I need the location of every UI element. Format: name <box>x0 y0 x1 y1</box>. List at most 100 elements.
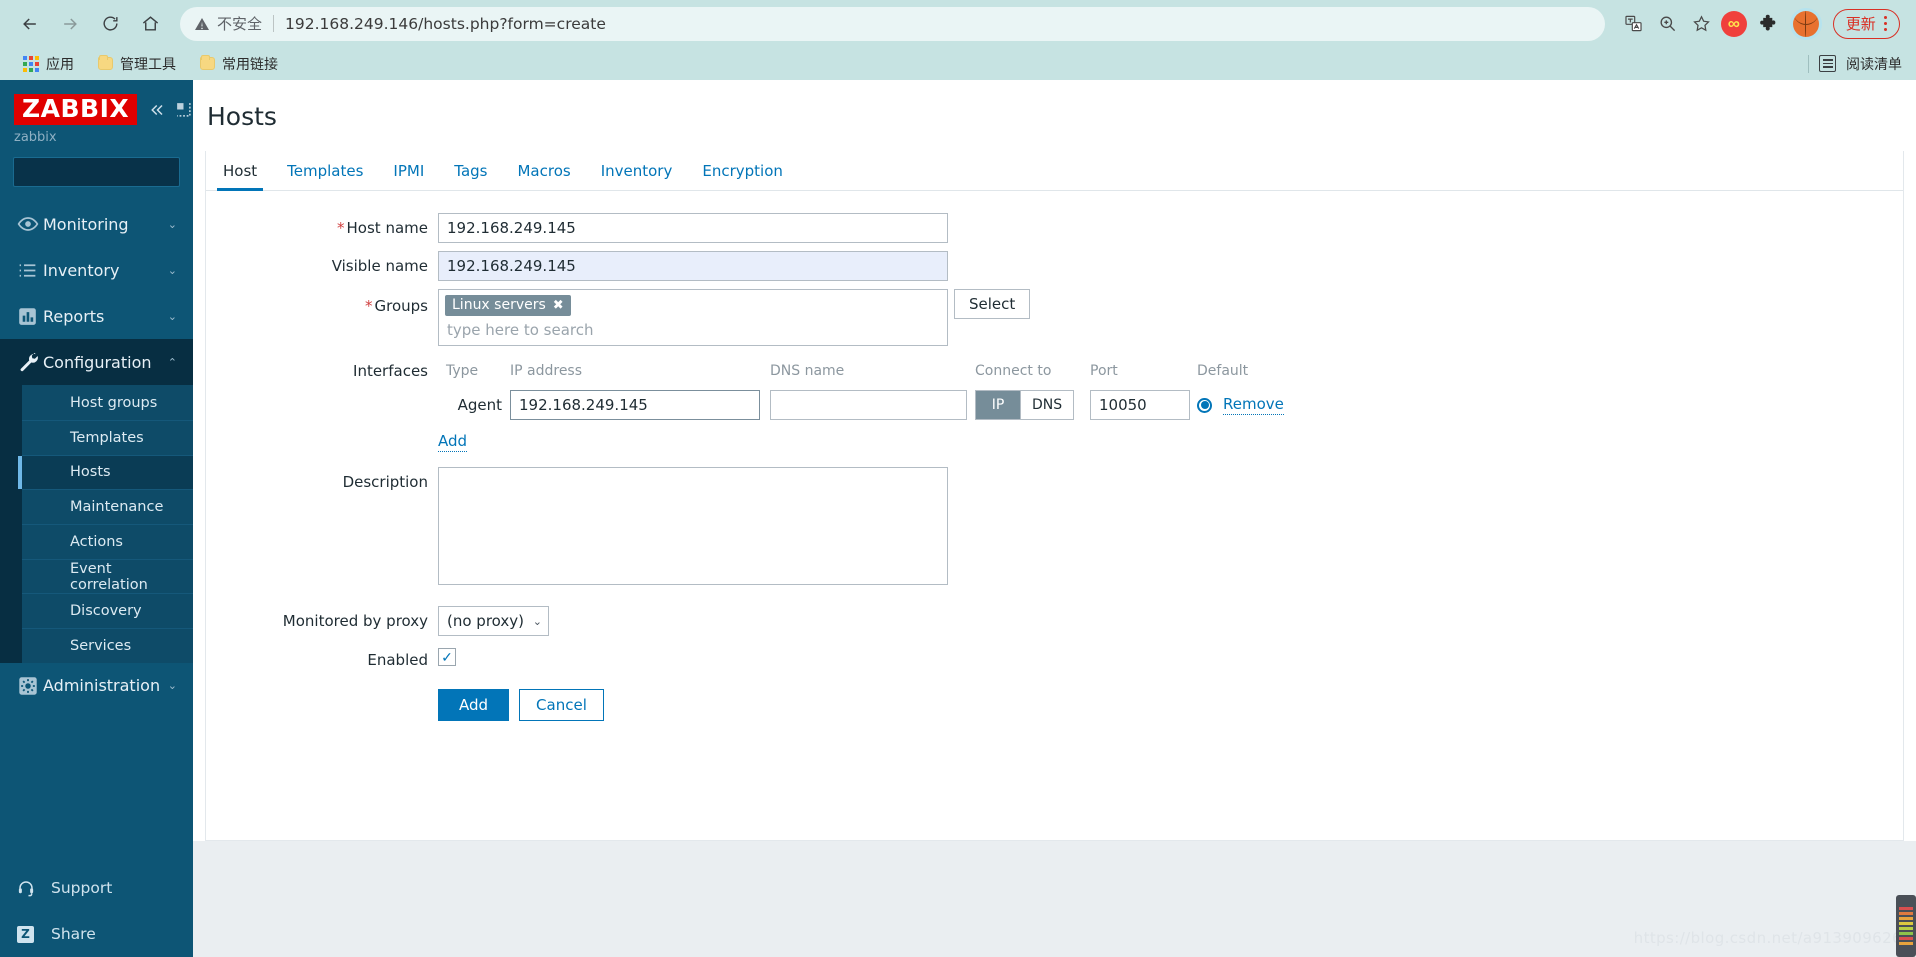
monitored-by-proxy-label-text: Monitored by proxy <box>282 612 428 630</box>
extensions-area: ∞ 更新 <box>1720 8 1904 39</box>
add-interface-link[interactable]: Add <box>438 432 468 452</box>
forward-arrow-icon[interactable] <box>52 6 88 42</box>
watermark-graphic <box>1896 895 1916 957</box>
update-button[interactable]: 更新 <box>1832 8 1900 39</box>
reload-icon[interactable] <box>92 6 128 42</box>
host-name-label: * Host name <box>206 213 438 237</box>
bar-chart-icon <box>17 306 43 327</box>
cancel-button[interactable]: Cancel <box>519 689 604 721</box>
proxy-select[interactable]: (no proxy) ⌄ <box>438 606 549 636</box>
description-textarea[interactable] <box>438 467 948 585</box>
sidebar-item-support[interactable]: Support <box>0 865 193 911</box>
tab-tags-label: Tags <box>454 162 488 180</box>
bookmark-folder-2-label: 常用链接 <box>222 56 278 73</box>
chevron-down-icon: ⌄ <box>167 309 177 323</box>
sidebar-item-event-correlation[interactable]: Event correlation <box>22 558 193 594</box>
visible-name-input[interactable] <box>438 251 948 281</box>
bookmark-folder-2[interactable]: 常用链接 <box>191 51 287 77</box>
chevron-down-icon: ⌄ <box>167 263 177 277</box>
select-groups-button[interactable]: Select <box>954 289 1031 319</box>
sidebar-item-hosts[interactable]: Hosts <box>18 454 193 490</box>
sidebar-item-services[interactable]: Services <box>22 628 193 663</box>
translate-icon[interactable] <box>1619 9 1649 39</box>
puzzle-piece-icon[interactable] <box>1757 11 1783 37</box>
sidebar-item-discovery-label: Discovery <box>70 603 142 620</box>
check-icon: ✓ <box>441 649 453 665</box>
address-bar[interactable]: 不安全 192.168.249.146/hosts.php?form=creat… <box>180 6 1605 41</box>
sidebar-item-maintenance[interactable]: Maintenance <box>22 489 193 524</box>
column-ip-address: IP address <box>510 363 583 379</box>
connect-to-dns-option[interactable]: DNS <box>1020 391 1074 419</box>
actions-spacer <box>206 687 438 693</box>
sidebar-item-discovery[interactable]: Discovery <box>22 593 193 629</box>
connect-to-toggle[interactable]: IP DNS <box>975 390 1075 420</box>
back-arrow-icon[interactable] <box>12 6 48 42</box>
tab-macros[interactable]: Macros <box>502 153 585 190</box>
close-icon[interactable]: ✖ <box>553 298 564 313</box>
sidebar-item-reports-label: Reports <box>43 306 105 326</box>
folder-icon <box>200 55 215 70</box>
sidebar-item-configuration[interactable]: Configuration ⌃ <box>0 339 193 386</box>
star-icon[interactable] <box>1687 9 1717 39</box>
required-marker: * <box>337 219 345 237</box>
search-input[interactable] <box>22 164 193 180</box>
required-marker: * <box>365 297 373 315</box>
tab-host-label: Host <box>223 162 258 180</box>
sidebar-item-share[interactable]: Z Share <box>0 911 193 957</box>
interface-ip-input[interactable] <box>510 390 760 420</box>
sidebar-item-host-groups[interactable]: Host groups <box>22 385 193 420</box>
sidebar-item-reports[interactable]: Reports ⌄ <box>0 293 193 339</box>
groups-multiselect[interactable]: Linux servers ✖ type here to search <box>438 289 948 346</box>
home-icon[interactable] <box>132 6 168 42</box>
column-connect-to: Connect to <box>975 363 1052 379</box>
reading-list-button[interactable]: 阅读清单 <box>1808 54 1902 74</box>
infinity-glyph: ∞ <box>1727 14 1740 33</box>
enabled-label-text: Enabled <box>367 651 428 669</box>
interface-row: Agent IP DNS <box>438 388 1903 422</box>
bookmarks-bar: 应用 管理工具 常用链接 阅读清单 <box>0 47 1916 80</box>
kebab-menu-icon[interactable] <box>1878 16 1893 31</box>
sidebar-item-administration[interactable]: Administration ⌄ <box>0 663 193 709</box>
collapse-pane-icon[interactable] <box>175 101 192 118</box>
zabbix-share-icon: Z <box>17 925 39 943</box>
bookmark-folder-1[interactable]: 管理工具 <box>89 51 185 77</box>
reading-list-icon <box>1819 55 1836 72</box>
bookmark-folder-1-label: 管理工具 <box>120 56 176 73</box>
tab-inventory[interactable]: Inventory <box>586 153 688 190</box>
sidebar-item-host-groups-label: Host groups <box>70 394 158 411</box>
basketball-icon[interactable] <box>1792 10 1819 37</box>
group-chip-linux-servers[interactable]: Linux servers ✖ <box>445 295 571 316</box>
sidebar-item-hosts-label: Hosts <box>70 464 111 481</box>
tab-ipmi[interactable]: IPMI <box>378 153 439 190</box>
tab-macros-label: Macros <box>517 162 571 180</box>
wrench-icon <box>17 351 43 373</box>
sidebar-item-actions[interactable]: Actions <box>22 524 193 559</box>
tab-encryption[interactable]: Encryption <box>687 153 798 190</box>
tab-tags[interactable]: Tags <box>439 153 502 190</box>
zoom-in-icon[interactable] <box>1653 9 1683 39</box>
groups-search-placeholder[interactable]: type here to search <box>445 316 941 341</box>
add-button[interactable]: Add <box>438 689 510 721</box>
interface-port-input[interactable] <box>1090 390 1190 420</box>
enabled-checkbox[interactable]: ✓ <box>438 648 456 666</box>
tab-templates[interactable]: Templates <box>272 153 378 190</box>
main-content: Hosts Host Templates IPMI Tags Macros In… <box>193 80 1916 957</box>
chevron-down-icon: ⌄ <box>167 679 177 693</box>
sidebar-item-monitoring[interactable]: Monitoring ⌄ <box>0 201 193 247</box>
interface-dns-input[interactable] <box>770 390 967 420</box>
infinity-extension-icon[interactable]: ∞ <box>1720 10 1747 37</box>
page-header: Hosts <box>193 80 1916 151</box>
zabbix-logo[interactable]: ZABBIX <box>14 94 138 126</box>
tab-host[interactable]: Host <box>208 153 272 191</box>
connect-to-ip-option[interactable]: IP <box>976 391 1020 419</box>
apps-shortcut[interactable]: 应用 <box>14 51 83 77</box>
sidebar-item-inventory-label: Inventory <box>43 260 120 280</box>
remove-interface-link[interactable]: Remove <box>1223 395 1284 415</box>
server-name-label: zabbix <box>14 130 57 146</box>
sidebar-item-inventory[interactable]: Inventory ⌄ <box>0 247 193 293</box>
sidebar-search[interactable] <box>13 157 193 188</box>
host-name-input[interactable] <box>438 213 948 243</box>
interface-default-radio[interactable] <box>1197 397 1212 413</box>
chevron-double-left-icon[interactable] <box>147 101 165 119</box>
sidebar-item-templates[interactable]: Templates <box>22 419 193 455</box>
